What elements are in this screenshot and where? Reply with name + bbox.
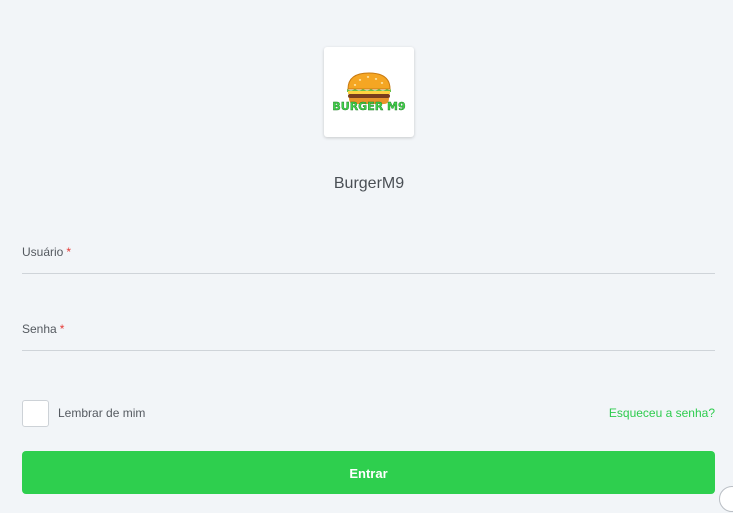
login-button[interactable]: Entrar	[22, 451, 715, 494]
app-title: BurgerM9	[333, 175, 405, 192]
password-field[interactable]: Senha *	[22, 310, 719, 352]
burger-logo-icon: BURGER M9	[332, 72, 406, 113]
remember-me-checkbox[interactable]	[22, 400, 49, 427]
username-field[interactable]: Usuário *	[22, 233, 719, 275]
remember-me-label[interactable]: Lembrar de mim	[58, 406, 145, 420]
floating-action-button[interactable]	[719, 486, 733, 512]
password-input[interactable]	[22, 310, 719, 352]
app-logo: BURGER M9	[324, 47, 414, 137]
username-input[interactable]	[22, 233, 719, 275]
forgot-password-link[interactable]: Esqueceu a senha?	[609, 406, 715, 420]
logo-text: BURGER M9	[332, 100, 405, 113]
